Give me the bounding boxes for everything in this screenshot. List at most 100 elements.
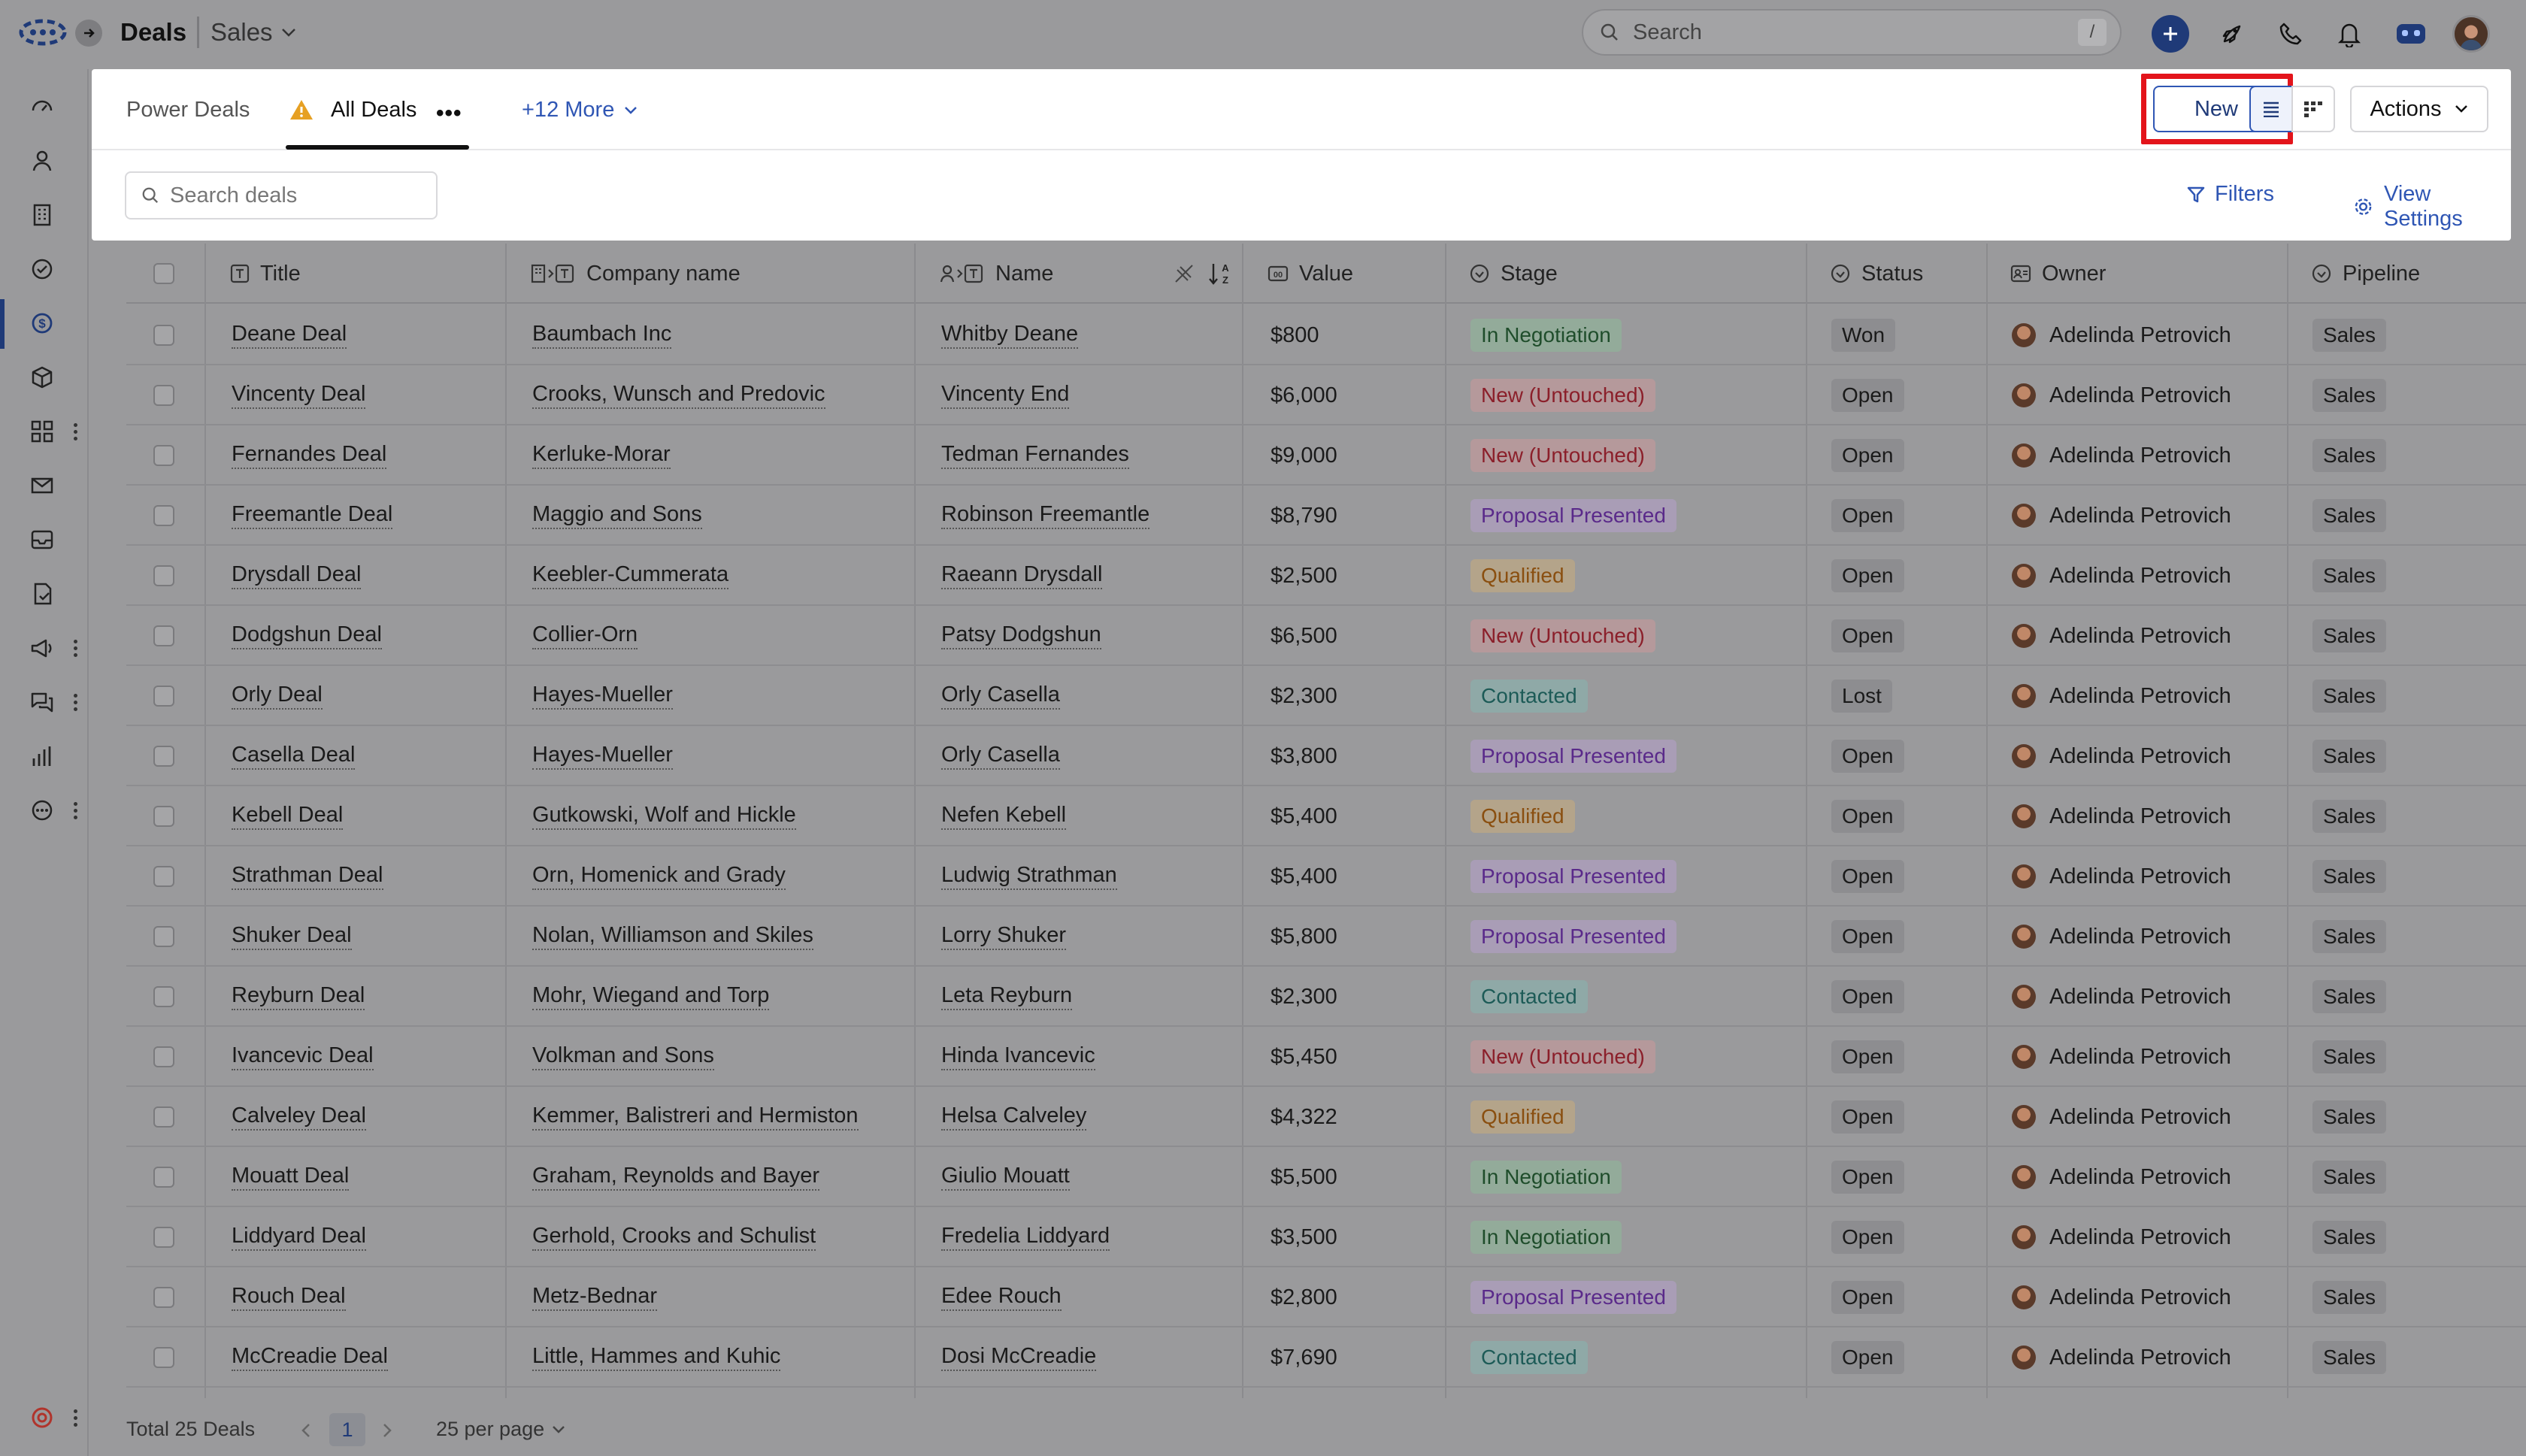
stage-cell[interactable]: In Negotiation [1470,1207,1622,1267]
company-link[interactable]: Mohr, Wiegand and Torp [532,983,770,1010]
dashboard-icon[interactable] [24,89,60,125]
column-header-owner[interactable]: Owner [2010,244,2106,304]
contact-cell[interactable]: Hinda Ivancevic [941,1027,1095,1087]
contact-link[interactable]: Patsy Dodgshun [941,622,1101,649]
contact-link[interactable]: Raeann Drysdall [941,562,1103,589]
pipeline-cell[interactable]: Sales [2312,425,2387,486]
owner-cell[interactable]: Adelinda Petrovich [2012,907,2231,967]
contact-link[interactable]: Robinson Freemantle [941,502,1150,529]
status-cell[interactable]: Lost [1831,666,1892,726]
campaigns-more-icon[interactable] [71,633,80,663]
deal-title-link[interactable]: Freemantle Deal [232,502,393,529]
company-cell[interactable]: Graham, Reynolds and Bayer [532,1147,820,1207]
deal-title-cell[interactable]: Strathman Deal [232,846,383,907]
deal-title-link[interactable]: Ivancevic Deal [232,1043,374,1070]
per-page-select[interactable]: 25 per page [436,1418,565,1441]
company-link[interactable]: Volkman and Sons [532,1043,714,1070]
stage-cell[interactable]: Proposal Presented [1470,1267,1676,1327]
column-header-title[interactable]: Title [230,244,301,304]
row-checkbox[interactable] [153,1087,174,1147]
contact-link[interactable]: Edee Rouch [941,1284,1062,1311]
company-cell[interactable]: Kerluke-Morar [532,425,671,486]
tasks-icon[interactable] [24,251,60,287]
pipeline-cell[interactable]: Sales [2312,1147,2387,1207]
owner-cell[interactable]: Adelinda Petrovich [2012,1327,2231,1388]
deal-title-cell[interactable]: Calveley Deal [232,1087,366,1147]
tab-all-deals[interactable]: All Deals [331,98,416,123]
table-row[interactable]: Freemantle Deal Maggio and Sons Robinson F… [126,486,2526,546]
status-cell[interactable]: Open [1831,1087,1904,1147]
stage-cell[interactable]: New (Untouched) [1470,606,1655,666]
status-cell[interactable]: Won [1831,305,1896,365]
contact-cell[interactable]: Patsy Dodgshun [941,606,1101,666]
breadcrumb-title[interactable]: Deals [120,18,186,47]
apps-more-icon[interactable] [71,416,80,446]
pipeline-cell[interactable]: Sales [2312,486,2387,546]
tab-options-icon[interactable]: ••• [436,101,462,126]
pipeline-cell[interactable]: Sales [2312,1327,2387,1388]
filters-button[interactable]: Filters [2186,182,2274,207]
pipeline-cell[interactable]: Sales [2312,726,2387,786]
products-icon[interactable] [24,359,60,395]
row-checkbox[interactable] [153,846,174,907]
deal-title-cell[interactable]: Shuker Deal [232,907,352,967]
company-cell[interactable]: Little, Hammes and Kuhic [532,1327,781,1388]
contact-cell[interactable]: Fredelia Liddyard [941,1207,1110,1267]
owner-cell[interactable]: Adelinda Petrovich [2012,786,2231,846]
page-number-button[interactable]: 1 [329,1413,365,1446]
more-icon[interactable] [24,792,60,828]
stage-cell[interactable]: Contacted [1470,666,1588,726]
row-checkbox[interactable] [153,967,174,1027]
owner-cell[interactable]: Adelinda Petrovich [2012,546,2231,606]
company-cell[interactable]: Nolan, Williamson and Skiles [532,907,813,967]
company-link[interactable]: Orn, Homenick and Grady [532,863,786,890]
status-cell[interactable]: Open [1831,365,1904,425]
status-cell[interactable]: Open [1831,846,1904,907]
deal-title-link[interactable]: Vincenty Deal [232,382,366,409]
contact-cell[interactable]: Ludwig Strathman [941,846,1117,907]
help-icon[interactable] [24,1400,60,1436]
table-row[interactable]: Mouatt Deal Graham, Reynolds and Bayer Giu… [126,1147,2526,1207]
owner-cell[interactable]: Adelinda Petrovich [2012,846,2231,907]
owner-cell[interactable]: Adelinda Petrovich [2012,1267,2231,1327]
contact-cell[interactable]: Orly Casella [941,726,1060,786]
deal-title-cell[interactable]: Rouch Deal [232,1267,346,1327]
row-checkbox[interactable] [153,1327,174,1388]
app-logo-icon[interactable] [18,17,68,48]
expand-sidebar-icon[interactable] [75,20,102,47]
contact-cell[interactable]: Whitby Deane [941,305,1079,365]
pipeline-cell[interactable]: Sales [2312,606,2387,666]
company-link[interactable]: Kemmer, Balistreri and Hermiston [532,1103,859,1131]
company-cell[interactable]: Gerhold, Crooks and Schulist [532,1207,816,1267]
stage-cell[interactable]: New (Untouched) [1470,1027,1655,1087]
pipeline-cell[interactable]: Sales [2312,907,2387,967]
owner-cell[interactable]: Adelinda Petrovich [2012,967,2231,1027]
owner-cell[interactable]: Adelinda Petrovich [2012,486,2231,546]
row-checkbox[interactable] [153,425,174,486]
row-checkbox[interactable] [153,1027,174,1087]
pipeline-cell[interactable]: Sales [2312,666,2387,726]
company-link[interactable]: Maggio and Sons [532,502,702,529]
reports-icon[interactable] [24,738,60,774]
contact-link[interactable]: Leta Reyburn [941,983,1073,1010]
contact-cell[interactable]: Leta Reyburn [941,967,1073,1027]
stage-cell[interactable]: Qualified [1470,786,1575,846]
status-cell[interactable]: Open [1831,1207,1904,1267]
status-cell[interactable]: Open [1831,1027,1904,1087]
pipeline-cell[interactable]: Sales [2312,305,2387,365]
column-header-value[interactable]: 00 Value [1268,244,1353,304]
owner-cell[interactable]: Adelinda Petrovich [2012,305,2231,365]
contact-cell[interactable]: Dosi McCreadie [941,1327,1097,1388]
deal-title-cell[interactable]: McCreadie Deal [232,1327,388,1388]
pipeline-cell[interactable]: Sales [2312,1087,2387,1147]
deal-title-link[interactable]: Liddyard Deal [232,1224,366,1251]
company-link[interactable]: Gutkowski, Wolf and Hickle [532,803,796,830]
status-cell[interactable]: Open [1831,546,1904,606]
deal-title-link[interactable]: Deane Deal [232,322,347,349]
deal-title-cell[interactable]: Reyburn Deal [232,967,365,1027]
company-link[interactable]: Crooks, Wunsch and Predovic [532,382,825,409]
assistant-icon[interactable] [2392,15,2430,53]
contact-link[interactable]: Helsa Calveley [941,1103,1087,1131]
chat-icon[interactable] [24,684,60,720]
pipeline-cell[interactable]: Sales [2312,546,2387,606]
